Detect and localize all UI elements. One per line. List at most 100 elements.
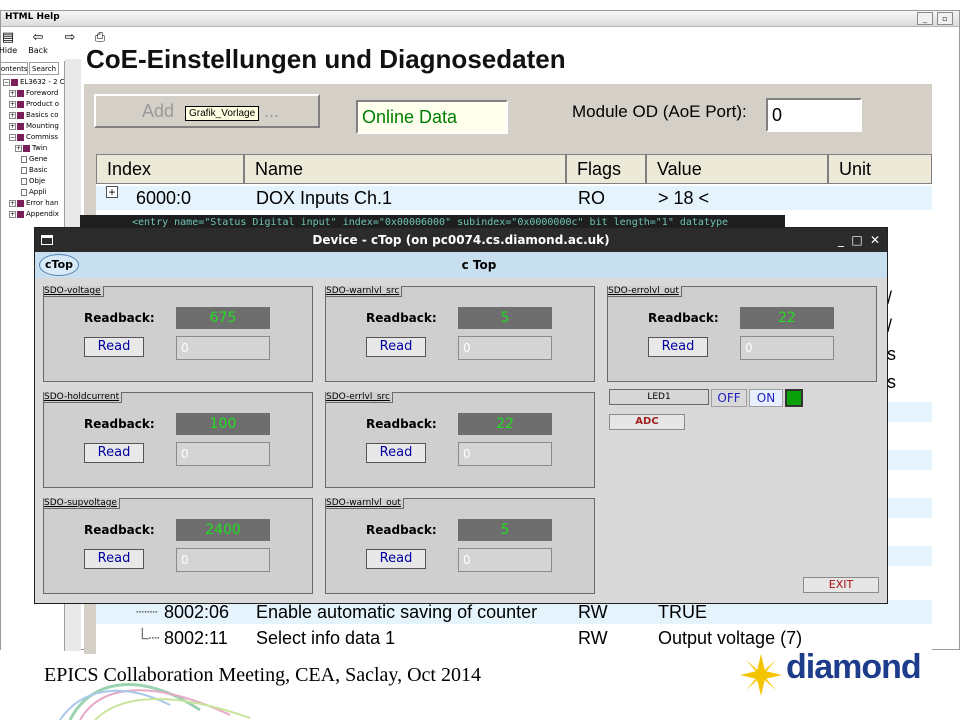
read-button[interactable]: Read	[366, 443, 426, 463]
sdo-group: SDO-warnlvl_src Readback: 5 Read 0	[325, 286, 595, 382]
footer-text: EPICS Collaboration Meeting, CEA, Saclay…	[44, 664, 481, 686]
close-icon[interactable]: ✕	[867, 231, 883, 249]
read-button[interactable]: Read	[84, 337, 144, 357]
hide-icon: ▤	[1, 30, 15, 45]
tree-item[interactable]: + Mounting	[9, 121, 59, 131]
tree-item-label: Basic	[29, 166, 48, 174]
readback-label: Readback:	[84, 311, 155, 325]
tree-item[interactable]: + Basics co	[9, 110, 59, 120]
row-name: DOX Inputs Ch.1	[256, 188, 393, 208]
group-label: SDO-errolvl_out	[608, 286, 682, 297]
column-header-value[interactable]: Value	[646, 154, 828, 184]
minimize-icon[interactable]: _	[917, 12, 933, 25]
column-header-index[interactable]: Index	[96, 154, 244, 184]
add-button-label: Add	[142, 101, 175, 121]
logo-text: diamond	[786, 648, 922, 686]
hide-button[interactable]: ▤ Hide	[0, 30, 23, 55]
value-input[interactable]: 0	[176, 442, 270, 466]
online-data-field: Online Data	[356, 100, 508, 134]
module-od-input[interactable]: 0	[766, 98, 862, 132]
read-button[interactable]: Read	[84, 443, 144, 463]
readback-value: 100	[176, 413, 270, 435]
column-header-flags[interactable]: Flags	[566, 154, 646, 184]
book-icon	[17, 199, 24, 207]
row-stripe	[886, 402, 932, 422]
led-label: LED1	[609, 389, 709, 405]
expand-icon[interactable]: +	[15, 144, 22, 152]
column-header-name[interactable]: Name	[244, 154, 566, 184]
tree-item[interactable]: + Appendix	[9, 209, 59, 219]
tree-item-label: Gene	[29, 155, 48, 163]
page-title: CoE-Einstellungen und Diagnosedaten	[86, 44, 566, 74]
tab-ctop[interactable]: cTop	[39, 254, 79, 276]
sdo-group: SDO-holdcurrent Readback: 100 Read 0	[43, 392, 313, 488]
value-input[interactable]: 0	[458, 336, 552, 360]
expand-icon[interactable]: −	[9, 133, 16, 141]
sdo-group: SDO-warnlvl_out Readback: 5 Read 0	[325, 498, 595, 594]
value-input[interactable]: 0	[458, 442, 552, 466]
tree-item[interactable]: + Twin	[15, 143, 47, 153]
tree-item[interactable]: + Foreword	[9, 88, 58, 98]
column-header-unit[interactable]: Unit	[828, 154, 932, 184]
led-on-button[interactable]: ON	[749, 389, 783, 407]
back-button[interactable]: ⇦ Back	[23, 30, 53, 55]
tree-item-label: Error han	[26, 199, 59, 207]
help-title: HTML Help	[5, 12, 60, 22]
expand-icon[interactable]: +	[9, 89, 16, 97]
tab-search[interactable]: Search	[29, 62, 59, 75]
panel-title: c Top	[461, 258, 497, 272]
value-input[interactable]: 0	[458, 548, 552, 572]
page-icon	[21, 177, 27, 185]
back-label: Back	[28, 46, 48, 55]
maximize-icon[interactable]: □	[849, 231, 865, 249]
restore-icon[interactable]: ▫	[937, 12, 953, 25]
book-icon	[23, 144, 30, 152]
expand-icon[interactable]: +	[9, 122, 16, 130]
adc-button[interactable]: ADC	[609, 414, 685, 430]
value-input[interactable]: 0	[176, 336, 270, 360]
group-label: SDO-warnlvl_src	[326, 286, 403, 297]
table-row[interactable]: + 6000:0 DOX Inputs Ch.1 RO > 18 <	[96, 186, 932, 210]
group-label: SDO-voltage	[44, 286, 104, 297]
read-button[interactable]: Read	[366, 549, 426, 569]
device-titlebar[interactable]: Device - cTop (on pc0074.cs.diamond.ac.u…	[35, 228, 887, 252]
tree-item-label: Foreword	[26, 89, 59, 97]
tooltip: Grafik_Vorlage	[185, 106, 260, 121]
forward-button[interactable]: ⇨	[55, 30, 85, 46]
led-off-button[interactable]: OFF	[711, 389, 747, 407]
minimize-icon[interactable]: _	[833, 231, 849, 249]
exit-button[interactable]: EXIT	[803, 577, 879, 593]
read-button[interactable]: Read	[366, 337, 426, 357]
diamond-logo: diamond	[736, 648, 936, 700]
tree-item-label: EL3632 - 2 C	[20, 78, 65, 86]
expand-icon[interactable]: +	[9, 210, 16, 218]
sdo-group: SDO-errlvl_src Readback: 22 Read 0	[325, 392, 595, 488]
tree-item[interactable]: Gene	[21, 154, 47, 164]
clipped-text: s	[887, 344, 896, 364]
tree-item[interactable]: Appli	[21, 187, 47, 197]
forward-arrow-icon: ⇨	[64, 30, 76, 45]
tree-item[interactable]: + Error han	[9, 198, 58, 208]
read-button[interactable]: Read	[648, 337, 708, 357]
tree-item-label: Appendix	[26, 210, 59, 218]
row-stripe	[886, 498, 932, 518]
tree-item[interactable]: Obje	[21, 176, 45, 186]
book-icon	[17, 210, 24, 218]
tree-item-label: Mounting	[26, 122, 59, 130]
tree-item[interactable]: − EL3632 - 2 C	[3, 77, 65, 87]
row-flags: RO	[578, 188, 605, 208]
readback-label: Readback:	[366, 523, 437, 537]
tree-item[interactable]: Basic	[21, 165, 48, 175]
expand-icon[interactable]: +	[9, 111, 16, 119]
book-icon	[17, 122, 24, 130]
readback-value: 22	[458, 413, 552, 435]
expand-icon[interactable]: +	[9, 199, 16, 207]
tab-contents[interactable]: Contents	[1, 62, 28, 75]
readback-value: 675	[176, 307, 270, 329]
value-input[interactable]: 0	[740, 336, 834, 360]
tree-item[interactable]: + Product o	[9, 99, 59, 109]
book-icon	[17, 89, 24, 97]
tree-item[interactable]: − Commiss	[9, 132, 58, 142]
expand-icon[interactable]: +	[9, 100, 16, 108]
expand-icon[interactable]: −	[3, 78, 10, 86]
